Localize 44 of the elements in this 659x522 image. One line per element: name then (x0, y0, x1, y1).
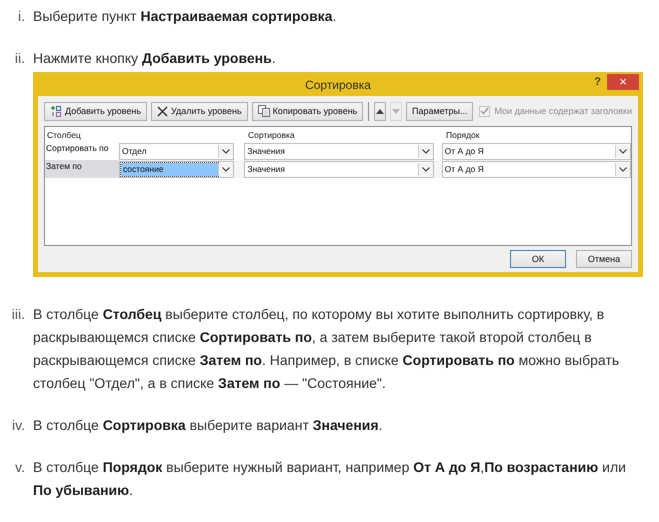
ok-button[interactable]: ОК (510, 250, 566, 268)
copy-icon (258, 105, 270, 117)
list-marker: iii. (10, 305, 25, 324)
dropdown[interactable]: Отдел (118, 142, 234, 160)
instruction-text: В столбце Сортировка выберите вариант Значения. (33, 416, 384, 435)
column-header: Сортировка (248, 130, 296, 140)
column-header: Порядок (446, 130, 480, 140)
list-marker: ii. (14, 49, 25, 68)
instruction-text: В столбце Порядок выберите нужный вариант, например От А до Я,По возрастанию или По убыванию. (33, 458, 627, 500)
triangle-up-icon (376, 108, 384, 114)
window-title: Сортировка (305, 78, 371, 92)
row-label[interactable]: Сортировать по (45, 142, 119, 160)
column-header: Столбец (46, 130, 82, 140)
dropdown[interactable]: Значения (244, 160, 434, 178)
instruction-text: В столбце Столбец выберите столбец, по которому вы хотите выполнить сортировку, в раскрывающемся списке Сортировать по, а затем выберите такой второй столбец в раскрывающемся списке Затем по. Например, в списке Сортировать по можно выбрать столбец "Отдел", а в списке Затем по — "Состояние". (33, 305, 620, 393)
list-marker: v. (14, 458, 25, 477)
dropdown[interactable]: От А до Я (442, 160, 631, 178)
cancel-button[interactable]: Отмена (576, 250, 632, 268)
add-sort-icon (50, 105, 62, 117)
instruction-text: Нажмите кнопку Добавить уровень. (33, 49, 277, 68)
copy-level-button[interactable]: Копировать уровень (252, 102, 364, 120)
checkmark-icon (480, 107, 490, 115)
options-button[interactable]: Параметры... (406, 102, 474, 120)
help-button[interactable]: ? (590, 76, 605, 88)
chevron-down-icon (422, 148, 430, 154)
move-up-button[interactable] (374, 102, 386, 120)
chevron-down-icon (619, 148, 627, 154)
instruction-text: Выберите пункт Настраиваемая сортировка. (33, 7, 338, 26)
row-label[interactable]: Затем по (45, 160, 119, 178)
list-marker: iv. (11, 416, 25, 435)
close-button[interactable]: × (607, 74, 639, 90)
add-level-button[interactable]: Добавить уровень (44, 102, 148, 120)
checkbox-label: Мои данные содержат заголовки (494, 106, 632, 116)
chevron-down-icon (422, 166, 430, 172)
x-icon (157, 106, 168, 116)
dropdown[interactable]: состояние (118, 160, 234, 178)
dropdown[interactable]: Значения (244, 142, 434, 160)
dropdown[interactable]: От А до Я (442, 142, 631, 160)
chevron-down-icon (222, 148, 230, 154)
chevron-down-icon (222, 166, 230, 172)
list-marker: i. (17, 7, 25, 26)
triangle-down-icon (392, 108, 400, 114)
chevron-down-icon (619, 166, 627, 172)
delete-level-button[interactable]: Удалить уровень (151, 102, 248, 120)
